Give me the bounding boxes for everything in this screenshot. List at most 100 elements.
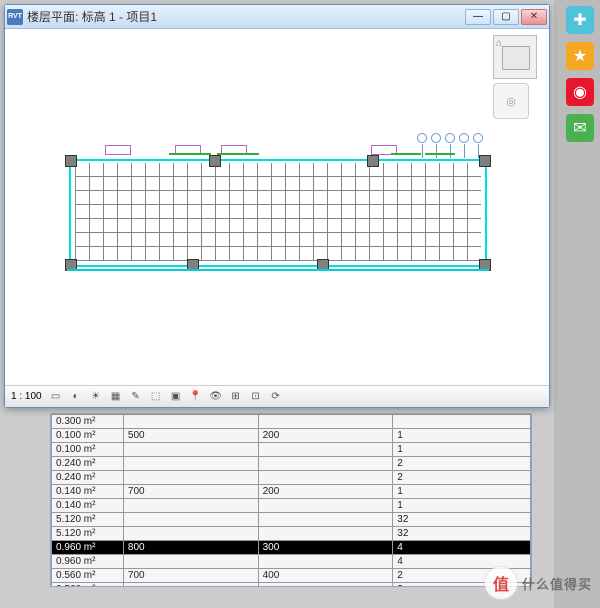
table-cell[interactable] [393,415,531,429]
properties-table-panel: 0.300 m²0.100 m²50020010.100 m²10.240 m²… [50,413,532,587]
table-cell[interactable] [123,555,258,569]
floorplan-window: RVT 楼层平面: 标高 1 - 项目1 — ▢ ✕ ⌂ ◎ [4,4,550,408]
view-cube-face[interactable] [502,46,530,70]
table-cell[interactable]: 0.300 m² [52,415,124,429]
table-cell[interactable] [258,443,393,457]
table-row[interactable]: 0.960 m²8003004 [52,541,531,555]
table-row[interactable]: 0.240 m² 2 [52,471,531,485]
table-cell[interactable] [123,527,258,541]
table-cell[interactable]: 2 [393,471,531,485]
crop-visible-icon[interactable]: ▣ [168,389,184,405]
add-icon[interactable]: ✚ [566,6,594,34]
table-cell[interactable] [123,499,258,513]
maximize-button[interactable]: ▢ [493,9,519,25]
table-row[interactable]: 0.960 m²4 [52,555,531,569]
wechat-icon[interactable]: ✉ [566,114,594,142]
reveal-icon[interactable]: ⊞ [228,389,244,405]
app-window: 0.300 m²0.100 m²50020010.100 m²10.240 m²… [0,0,554,608]
crop-icon[interactable]: ⬚ [148,389,164,405]
table-cell[interactable]: 300 [258,541,393,555]
table-cell[interactable] [123,471,258,485]
table-row[interactable]: 0.100 m²5002001 [52,429,531,443]
table-cell[interactable]: 800 [123,541,258,555]
drawing-canvas[interactable]: ⌂ ◎ [5,29,549,385]
table-cell[interactable] [258,555,393,569]
table-cell[interactable]: 4 [393,541,531,555]
table-cell[interactable]: 5.120 m² [52,513,124,527]
close-button[interactable]: ✕ [521,9,547,25]
table-cell[interactable]: 200 [258,429,393,443]
table-cell[interactable]: 1 [393,499,531,513]
table-cell[interactable]: 0.960 m² [52,555,124,569]
table-row[interactable]: 0.140 m²7002001 [52,485,531,499]
table-cell[interactable]: 2 [393,457,531,471]
table-cell[interactable] [258,513,393,527]
window-controls: — ▢ ✕ [465,9,547,25]
steering-wheel-icon[interactable]: ◎ [493,83,529,119]
table-row[interactable]: 5.120 m² 32 [52,513,531,527]
table-cell[interactable]: 5.120 m² [52,527,124,541]
table-cell[interactable] [258,471,393,485]
table-cell[interactable]: 0.560 m² [52,569,124,583]
table-cell[interactable] [123,513,258,527]
table-row[interactable]: 0.560 m²7004002 [52,569,531,583]
star-icon[interactable]: ★ [566,42,594,70]
table-cell[interactable] [123,583,258,588]
titlebar[interactable]: RVT 楼层平面: 标高 1 - 项目1 — ▢ ✕ [5,5,549,29]
table-row[interactable]: 5.120 m² 32 [52,527,531,541]
table-cell[interactable]: 500 [123,429,258,443]
table-cell[interactable] [258,583,393,588]
view-cube-top[interactable]: ⌂ [493,35,537,79]
table-cell[interactable]: 0.240 m² [52,471,124,485]
worksharing-icon[interactable]: ⟳ [268,389,284,405]
sun-path-icon[interactable]: ☀ [88,389,104,405]
table-cell[interactable]: 0.240 m² [52,457,124,471]
table-row[interactable]: 0.240 m² 2 [52,457,531,471]
visual-style-icon[interactable]: ◐ [68,389,84,405]
table-cell[interactable] [258,415,393,429]
table-cell[interactable]: 400 [258,569,393,583]
table-cell[interactable]: 32 [393,527,531,541]
table-cell[interactable] [123,415,258,429]
table-row[interactable]: 0.100 m² 1 [52,443,531,457]
floorplan-drawing[interactable] [69,159,487,267]
table-cell[interactable] [123,443,258,457]
constraints-icon[interactable]: ⊡ [248,389,264,405]
properties-table[interactable]: 0.300 m²0.100 m²50020010.100 m²10.240 m²… [51,414,531,587]
table-cell[interactable]: 200 [258,485,393,499]
table-cell[interactable] [123,457,258,471]
render-icon[interactable]: ✎ [128,389,144,405]
weibo-icon[interactable]: ◉ [566,78,594,106]
table-cell[interactable]: 1 [393,429,531,443]
detail-level-icon[interactable]: ▭ [48,389,64,405]
table-row[interactable]: 0.300 m² [52,415,531,429]
view-cube[interactable]: ⌂ ◎ [493,35,543,125]
scale-display[interactable]: 1 : 100 [11,391,42,402]
table-cell[interactable] [258,527,393,541]
table-cell[interactable]: 32 [393,513,531,527]
table-cell[interactable]: 0.140 m² [52,499,124,513]
table-cell[interactable] [258,499,393,513]
app-icon: RVT [7,9,23,25]
watermark-text: 什么值得买 [522,574,592,593]
pin-icon[interactable]: 📍 [188,389,204,405]
shadows-icon[interactable]: ▦ [108,389,124,405]
view-control-bar: 1 : 100 ▭◐☀▦✎⬚▣📍👁⊞⊡⟳ [5,385,549,407]
watermark-logo: 值 [484,566,518,600]
table-cell[interactable]: 0.100 m² [52,429,124,443]
share-sidebar: ✚ ★ ◉ ✉ [566,6,594,142]
table-row[interactable]: 0.140 m² 1 [52,499,531,513]
table-cell[interactable]: 0.140 m² [52,485,124,499]
minimize-button[interactable]: — [465,9,491,25]
table-cell[interactable] [258,457,393,471]
table-cell[interactable]: 0.560 m² [52,583,124,588]
table-cell[interactable]: 700 [123,485,258,499]
table-cell[interactable]: 1 [393,443,531,457]
table-cell[interactable]: 700 [123,569,258,583]
table-row[interactable]: 0.560 m²2 [52,583,531,588]
temp-hide-icon[interactable]: 👁 [208,389,224,405]
table-cell[interactable]: 0.100 m² [52,443,124,457]
table-cell[interactable]: 0.960 m² [52,541,124,555]
table-cell[interactable]: 1 [393,485,531,499]
scale-value: 1 : 100 [11,391,42,402]
